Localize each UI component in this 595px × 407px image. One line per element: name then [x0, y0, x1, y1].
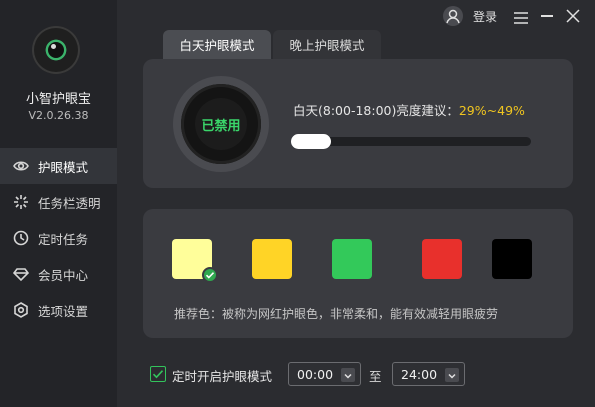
color-swatch-red[interactable] [422, 239, 462, 279]
brightness-slider-thumb[interactable] [291, 134, 331, 149]
sidebar: 小智护眼宝 V2.0.26.38 护眼模式 任务栏透明 定时任务 会员中心 选项… [0, 0, 117, 407]
color-panel: 推荐色：被称为网红护眼色，非常柔和，能有效减轻用眼疲劳 [143, 209, 573, 338]
brightness-value: 29%~49% [458, 103, 525, 118]
toggle-button[interactable]: 已禁用 [173, 76, 269, 172]
sidebar-item-label: 任务栏透明 [38, 195, 101, 211]
color-swatch-yellow[interactable] [252, 239, 292, 279]
close-icon[interactable] [566, 8, 580, 23]
sidebar-item-eye-mode[interactable]: 护眼模式 [0, 148, 117, 184]
recommend-text: 推荐色：被称为网红护眼色，非常柔和，能有效减轻用眼疲劳 [174, 307, 499, 321]
start-time-select[interactable]: 00:00 [288, 362, 361, 386]
app-version: V2.0.26.38 [28, 109, 89, 122]
minimize-icon[interactable] [541, 15, 553, 17]
color-swatch-black[interactable] [492, 239, 532, 279]
chevron-down-icon [445, 368, 459, 382]
sidebar-item-settings[interactable]: 选项设置 [0, 292, 117, 328]
brightness-suggestion: 白天(8:00-18:00)亮度建议：29%~49% [293, 100, 525, 119]
sidebar-item-taskbar-transparent[interactable]: 任务栏透明 [0, 184, 117, 220]
sidebar-item-label: 护眼模式 [38, 159, 89, 175]
end-time-value: 24:00 [401, 367, 438, 382]
sidebar-item-label: 选项设置 [38, 303, 89, 319]
sparkle-icon [12, 193, 30, 211]
tab-night-mode[interactable]: 晚上护眼模式 [273, 30, 381, 59]
status-panel: 已禁用 白天(8:00-18:00)亮度建议：29%~49% [143, 59, 573, 188]
sidebar-item-label: 会员中心 [38, 267, 89, 283]
clock-icon [12, 229, 30, 247]
sidebar-item-scheduled-tasks[interactable]: 定时任务 [0, 220, 117, 256]
sidebar-nav: 护眼模式 任务栏透明 定时任务 会员中心 选项设置 [0, 148, 117, 328]
timer-label: 定时开启护眼模式 [172, 369, 273, 384]
timer-checkbox[interactable] [150, 366, 166, 382]
menu-icon[interactable] [514, 9, 528, 24]
sidebar-item-label: 定时任务 [38, 231, 89, 247]
user-avatar-icon[interactable] [443, 6, 463, 26]
sidebar-item-member-center[interactable]: 会员中心 [0, 256, 117, 292]
check-icon [202, 267, 218, 283]
status-label: 已禁用 [201, 118, 241, 134]
color-swatch-green[interactable] [332, 239, 372, 279]
app-logo-icon [32, 26, 80, 74]
end-time-select[interactable]: 24:00 [392, 362, 465, 386]
login-link[interactable]: 登录 [473, 8, 497, 25]
app-name: 小智护眼宝 [25, 92, 91, 107]
settings-icon [12, 301, 30, 319]
brightness-prefix: 白天(8:00-18:00)亮度建议： [293, 103, 459, 118]
tab-day-mode[interactable]: 白天护眼模式 [163, 30, 271, 59]
time-separator: 至 [369, 369, 382, 384]
start-time-value: 00:00 [297, 367, 334, 382]
chevron-down-icon [341, 368, 355, 382]
eye-icon [12, 157, 30, 175]
diamond-icon [12, 265, 30, 283]
